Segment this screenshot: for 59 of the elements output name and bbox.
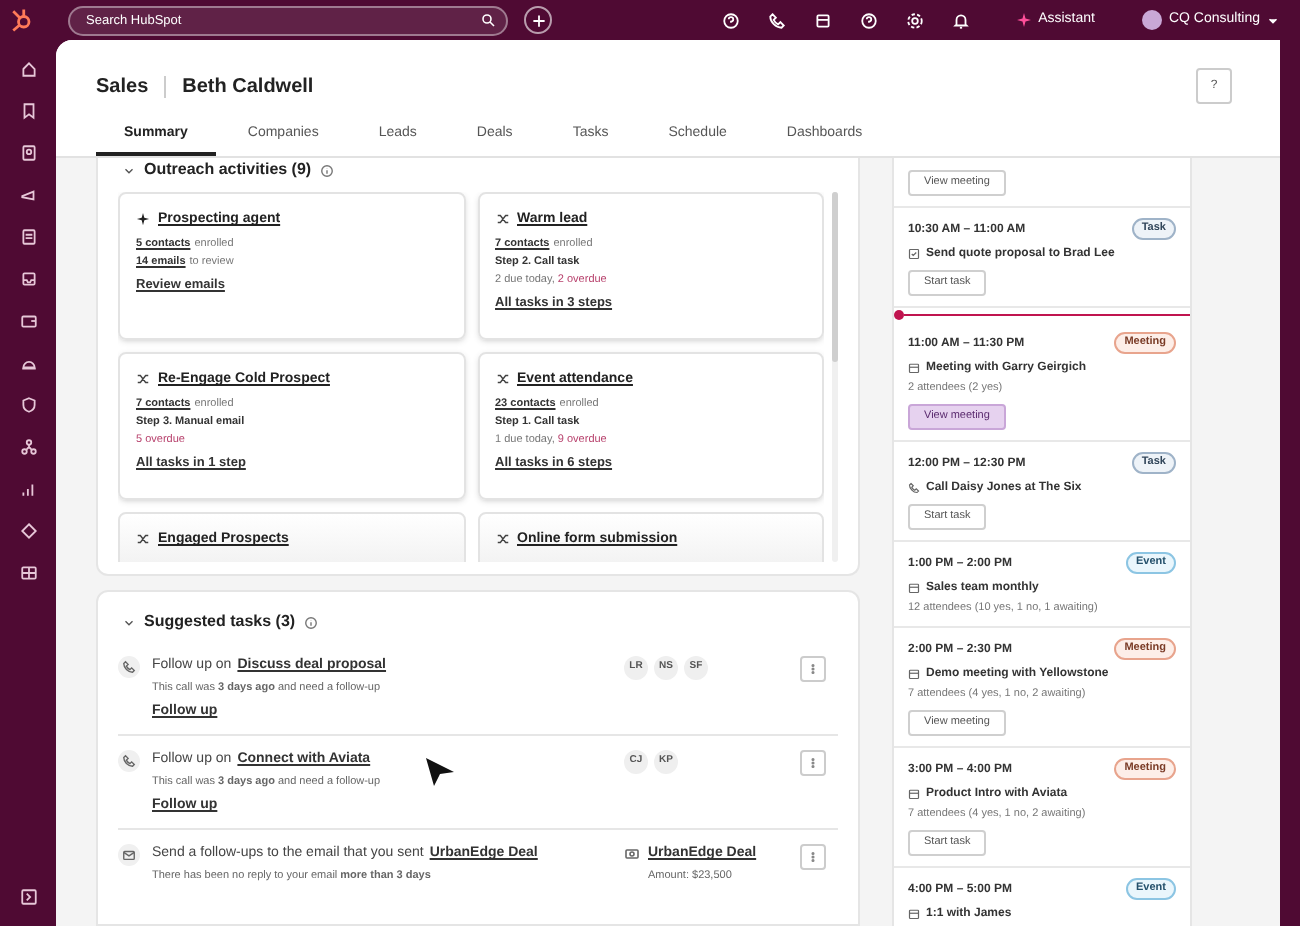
more-icon <box>806 850 820 864</box>
calendar-icon <box>908 582 920 594</box>
sprocket-logo-icon <box>8 6 36 34</box>
more-icon <box>806 662 820 676</box>
wallet-icon[interactable] <box>19 312 37 330</box>
help-icon[interactable] <box>860 11 879 29</box>
more-button[interactable] <box>800 750 826 776</box>
sparkle-icon <box>136 212 150 226</box>
calendar-icon <box>908 362 920 374</box>
page-title: Beth Caldwell <box>182 73 314 101</box>
phone-icon <box>908 482 920 494</box>
shuffle-icon <box>495 372 509 386</box>
calendar-icon <box>908 668 920 680</box>
search-icon <box>480 12 496 28</box>
info-icon <box>319 163 334 177</box>
caret-icon <box>1266 13 1280 27</box>
plus-icon <box>529 11 547 29</box>
document-icon[interactable] <box>19 228 37 246</box>
task-icon <box>908 248 920 260</box>
shuffle-icon <box>136 372 150 386</box>
scrollbar-thumb[interactable] <box>832 192 838 362</box>
phone-icon <box>118 656 140 678</box>
store-icon[interactable] <box>814 11 833 29</box>
network-icon[interactable] <box>19 438 37 456</box>
phone-icon <box>118 750 140 772</box>
info-icon <box>303 615 318 629</box>
calendar-icon <box>908 788 920 800</box>
home-icon[interactable] <box>19 60 37 78</box>
settings-icon[interactable] <box>906 11 925 29</box>
shield-icon[interactable] <box>19 396 37 414</box>
section-title: Sales <box>96 73 149 101</box>
section-heading: Suggested tasks (3) <box>144 612 296 632</box>
bell-icon[interactable] <box>952 11 971 29</box>
mail-icon <box>118 844 140 866</box>
contact-card-icon[interactable] <box>19 144 37 162</box>
megaphone-icon[interactable] <box>19 186 37 204</box>
diamond-icon[interactable] <box>19 522 37 540</box>
chevron-icon <box>122 163 136 177</box>
section-heading: Outreach activities (9) <box>144 160 312 180</box>
more-button[interactable] <box>800 656 826 682</box>
money-icon <box>624 846 640 862</box>
expand-icon[interactable] <box>19 888 37 906</box>
inbox-icon[interactable] <box>19 270 37 288</box>
layout-icon[interactable] <box>19 564 37 582</box>
calendar-icon <box>908 908 920 920</box>
bookmark-icon[interactable] <box>19 102 37 120</box>
sparkle-icon <box>1016 12 1033 28</box>
help-icon[interactable] <box>722 11 741 29</box>
chevron-icon <box>122 615 136 629</box>
more-icon <box>806 756 820 770</box>
create-button[interactable] <box>524 6 552 34</box>
account-avatar <box>1142 10 1163 30</box>
bar-chart-icon[interactable] <box>19 480 37 498</box>
phone-icon[interactable] <box>768 11 787 29</box>
shuffle-icon <box>495 212 509 226</box>
cursor-icon <box>424 756 456 788</box>
shuffle-icon <box>136 532 150 546</box>
more-button[interactable] <box>800 844 826 870</box>
shuffle-icon <box>495 532 509 546</box>
